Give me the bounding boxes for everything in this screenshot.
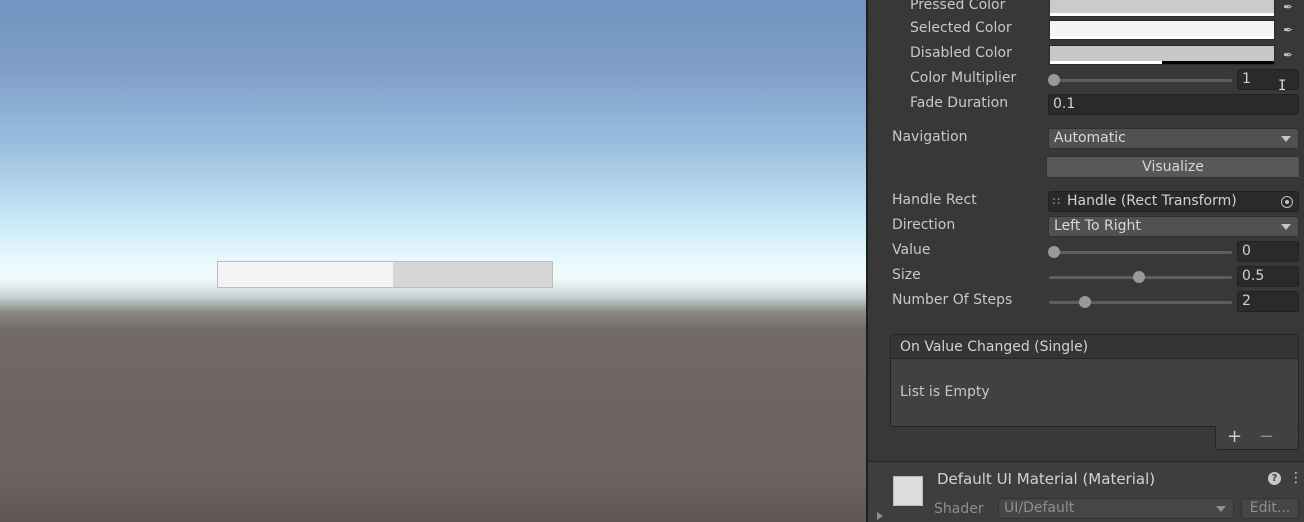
disabled-color-row: Disabled Color ✒ bbox=[868, 43, 1304, 65]
material-title: Default UI Material (Material) bbox=[937, 470, 1156, 488]
fade-duration-field[interactable]: 0.1 bbox=[1048, 94, 1299, 115]
shader-edit-button[interactable]: Edit... bbox=[1241, 498, 1299, 519]
direction-row: Direction Left To Right bbox=[868, 215, 1304, 237]
color-multiplier-slider-thumb[interactable] bbox=[1048, 74, 1060, 86]
number-of-steps-field[interactable]: 2 bbox=[1237, 291, 1299, 312]
value-slider[interactable] bbox=[1049, 251, 1232, 254]
disabled-color-field[interactable] bbox=[1049, 45, 1275, 65]
value-label: Value bbox=[892, 242, 931, 258]
material-section: Default UI Material (Material) ? ⋮ Shade… bbox=[868, 462, 1304, 522]
handle-rect-row: Handle Rect ∷ Handle (Rect Transform) bbox=[868, 190, 1304, 212]
direction-dropdown[interactable]: Left To Right bbox=[1048, 216, 1299, 237]
color-multiplier-label: Color Multiplier bbox=[910, 70, 1017, 86]
handle-rect-field[interactable]: ∷ Handle (Rect Transform) bbox=[1048, 191, 1299, 212]
remove-listener-button[interactable]: − bbox=[1259, 427, 1274, 447]
event-empty-text: List is Empty bbox=[900, 384, 990, 400]
size-label: Size bbox=[892, 267, 921, 283]
add-listener-button[interactable]: + bbox=[1227, 427, 1242, 447]
number-of-steps-label: Number Of Steps bbox=[892, 292, 1013, 308]
chevron-down-icon bbox=[1216, 506, 1226, 512]
disabled-color-alpha-remaining bbox=[1162, 61, 1274, 64]
color-multiplier-field[interactable]: 1 bbox=[1237, 69, 1299, 90]
disabled-color-alpha bbox=[1050, 61, 1162, 64]
selected-color-field[interactable] bbox=[1049, 20, 1275, 40]
disabled-color-label: Disabled Color bbox=[910, 45, 1012, 61]
pressed-color-alpha bbox=[1050, 13, 1274, 16]
value-slider-thumb[interactable] bbox=[1048, 246, 1060, 258]
navigation-value: Automatic bbox=[1054, 130, 1126, 146]
direction-value: Left To Right bbox=[1054, 218, 1141, 234]
scene-scrollbar[interactable] bbox=[217, 261, 553, 288]
chevron-down-icon bbox=[1281, 136, 1291, 142]
foldout-arrow-icon[interactable] bbox=[877, 512, 883, 520]
object-picker-icon[interactable] bbox=[1281, 196, 1293, 208]
number-of-steps-slider-thumb[interactable] bbox=[1079, 296, 1091, 308]
shader-value: UI/Default bbox=[1004, 500, 1075, 516]
navigation-label: Navigation bbox=[892, 129, 968, 145]
ground bbox=[0, 482, 866, 522]
selected-color-alpha bbox=[1050, 36, 1274, 39]
pressed-color-label: Pressed Color bbox=[910, 0, 1006, 13]
help-icon[interactable]: ? bbox=[1268, 472, 1281, 485]
selected-color-row: Selected Color ✒ bbox=[868, 18, 1304, 40]
event-header: On Value Changed (Single) bbox=[891, 335, 1298, 359]
scene-view[interactable] bbox=[0, 0, 866, 522]
fade-duration-label: Fade Duration bbox=[910, 95, 1009, 111]
scene-scrollbar-handle[interactable] bbox=[218, 262, 393, 287]
size-field[interactable]: 0.5 bbox=[1237, 266, 1299, 287]
selected-color-label: Selected Color bbox=[910, 20, 1012, 36]
color-multiplier-row: Color Multiplier 1 bbox=[868, 68, 1304, 90]
material-preview bbox=[893, 476, 923, 506]
fade-duration-row: Fade Duration 0.1 bbox=[868, 93, 1304, 115]
more-options-icon[interactable]: ⋮ bbox=[1289, 470, 1303, 486]
direction-label: Direction bbox=[892, 217, 956, 233]
pressed-color-field[interactable] bbox=[1049, 0, 1275, 17]
event-list-footer: + − bbox=[1215, 426, 1299, 450]
rect-transform-icon: ∷ bbox=[1053, 195, 1060, 208]
pressed-color-row: Pressed Color ✒ bbox=[868, 0, 1304, 17]
size-slider-thumb[interactable] bbox=[1133, 271, 1145, 283]
text-cursor-icon: I bbox=[1278, 78, 1287, 94]
size-row: Size 0.5 bbox=[868, 265, 1304, 287]
navigation-dropdown[interactable]: Automatic bbox=[1048, 128, 1299, 149]
on-value-changed-event: On Value Changed (Single) List is Empty bbox=[890, 334, 1299, 427]
eyedropper-icon[interactable]: ✒ bbox=[1277, 0, 1299, 17]
eyedropper-icon[interactable]: ✒ bbox=[1277, 45, 1299, 65]
chevron-down-icon bbox=[1281, 224, 1291, 230]
value-field[interactable]: 0 bbox=[1237, 241, 1299, 262]
number-of-steps-row: Number Of Steps 2 bbox=[868, 290, 1304, 312]
eyedropper-icon[interactable]: ✒ bbox=[1277, 20, 1299, 40]
color-multiplier-slider[interactable] bbox=[1049, 79, 1232, 82]
inspector-panel: Pressed Color ✒ Selected Color ✒ Disable… bbox=[868, 0, 1304, 522]
value-row: Value 0 bbox=[868, 240, 1304, 262]
visualize-button[interactable]: Visualize bbox=[1046, 156, 1300, 178]
handle-rect-label: Handle Rect bbox=[892, 192, 977, 208]
number-of-steps-slider[interactable] bbox=[1049, 301, 1232, 304]
shader-label: Shader bbox=[934, 501, 984, 517]
handle-rect-value: Handle (Rect Transform) bbox=[1067, 193, 1237, 209]
visualize-row: Visualize bbox=[868, 156, 1304, 178]
shader-dropdown[interactable]: UI/Default bbox=[998, 498, 1234, 519]
navigation-row: Navigation Automatic bbox=[868, 127, 1304, 149]
